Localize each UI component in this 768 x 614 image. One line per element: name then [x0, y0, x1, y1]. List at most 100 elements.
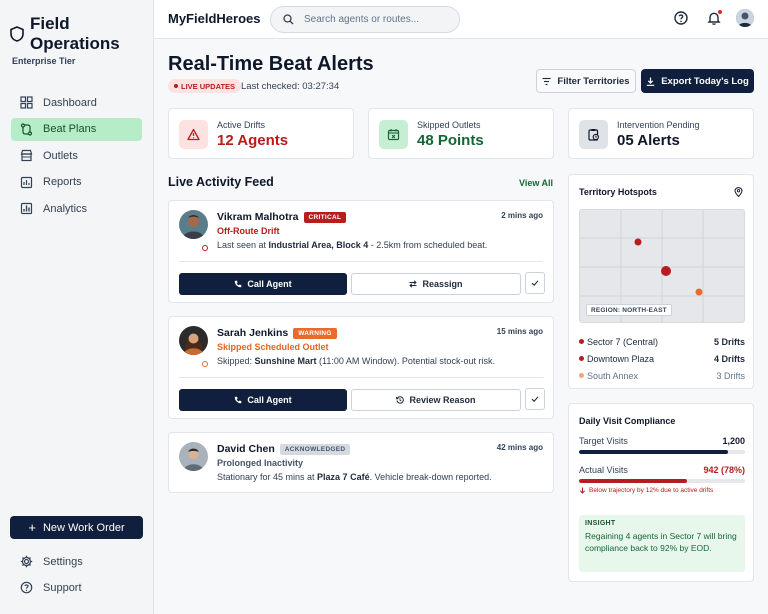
- filter-territories-button[interactable]: Filter Territories: [536, 69, 636, 93]
- alert-description: Last seen at Industrial Area, Block 4 - …: [217, 240, 487, 250]
- live-dot: [174, 84, 178, 88]
- stat-icon-box: [579, 120, 608, 149]
- sidebar-item-beat-plans[interactable]: Beat Plans: [11, 117, 142, 141]
- agent-name: Vikram Malhotra CRITICAL: [217, 211, 347, 223]
- actual-progress-bar: [579, 479, 745, 483]
- severity-tag: CRITICAL: [303, 211, 347, 223]
- sidebar: Field Operations Enterprise Tier Dashboa…: [0, 0, 154, 614]
- desc-location: Plaza 7 Café: [317, 472, 370, 482]
- alert-card: David Chen ACKNOWLEDGED 42 mins ago Prol…: [168, 432, 554, 493]
- sidebar-item-label: Settings: [43, 555, 83, 568]
- main-nav: Dashboard Beat Plans Outlets Reports Ana…: [11, 91, 142, 224]
- stat-value: 48 Points: [417, 132, 484, 149]
- history-icon: [396, 396, 405, 404]
- avatar: [179, 326, 208, 355]
- alert-time: 15 mins ago: [496, 327, 543, 336]
- stat-value: 12 Agents: [217, 132, 289, 149]
- desc-text: Stationary for 45 mins at: [217, 472, 318, 482]
- top-icons: [656, 9, 754, 27]
- acknowledge-button[interactable]: [525, 388, 545, 410]
- sidebar-item-support[interactable]: Support: [11, 576, 142, 599]
- call-agent-button[interactable]: Call Agent: [179, 389, 347, 411]
- hotspot-value: 3 Drifts: [716, 370, 745, 381]
- plus-icon: +: [28, 520, 36, 535]
- view-all-link[interactable]: View All: [519, 178, 553, 188]
- avatar: [179, 210, 208, 239]
- list-item[interactable]: South Annex 3 Drifts: [579, 367, 745, 384]
- stat-icon-box: [179, 120, 208, 149]
- hotspot-name: South Annex: [587, 370, 639, 381]
- stat-icon-box: [379, 120, 408, 149]
- target-value: 1,200: [722, 436, 745, 446]
- sidebar-item-label: Dashboard: [43, 96, 97, 109]
- compliance-title: Daily Visit Compliance: [579, 416, 676, 426]
- avatar-image: [736, 9, 754, 27]
- review-reason-button[interactable]: Review Reason: [351, 389, 521, 411]
- reports-icon: [20, 176, 33, 188]
- list-item[interactable]: Downtown Plaza 4 Drifts: [579, 350, 745, 367]
- hotspot-map[interactable]: REGION: NORTH-EAST: [579, 209, 745, 323]
- swap-icon: [409, 280, 418, 288]
- alert-card: Sarah Jenkins WARNING 15 mins ago Skippe…: [168, 316, 554, 419]
- alert-time: 42 mins ago: [496, 443, 543, 452]
- acknowledge-button[interactable]: [525, 272, 545, 294]
- new-work-order-label: New Work Order: [42, 521, 125, 534]
- trajectory-note: Below trajectory by 12% due to active dr…: [579, 487, 713, 494]
- brand: Field Operations: [10, 14, 120, 54]
- desc-text: - 2.5km from scheduled beat.: [368, 240, 488, 250]
- severity-tag: ACKNOWLEDGED: [279, 443, 351, 455]
- warning-icon: [187, 128, 200, 141]
- live-badge-label: LIVE UPDATES: [181, 81, 236, 91]
- alert-description: Stationary for 45 mins at Plaza 7 Café. …: [217, 472, 492, 482]
- sidebar-item-outlets[interactable]: Outlets: [11, 144, 142, 167]
- agent-name-text: Vikram Malhotra: [217, 211, 299, 223]
- desc-text: Skipped:: [217, 356, 255, 366]
- severity-dot: [579, 356, 584, 361]
- target-progress-fill: [579, 450, 729, 454]
- sidebar-item-settings[interactable]: Settings: [11, 550, 142, 573]
- avatar-image: [179, 326, 208, 355]
- severity-dot: [579, 373, 584, 378]
- reassign-button[interactable]: Reassign: [351, 273, 521, 295]
- agent-name: Sarah Jenkins WARNING: [217, 327, 337, 339]
- analytics-icon: [20, 202, 33, 215]
- hotspot-name: Sector 7 (Central): [587, 336, 659, 347]
- hotspots-title: Territory Hotspots: [579, 187, 657, 197]
- alert-type: Skipped Scheduled Outlet: [217, 342, 329, 352]
- sidebar-item-dashboard[interactable]: Dashboard: [11, 91, 142, 114]
- agent-name-text: Sarah Jenkins: [217, 327, 289, 339]
- agent-name-text: David Chen: [217, 443, 275, 455]
- hotspot-marker: [661, 266, 671, 276]
- target-label: Target Visits: [579, 436, 628, 446]
- help-icon[interactable]: [673, 10, 689, 26]
- search-input[interactable]: [304, 14, 444, 25]
- status-indicator: [201, 360, 209, 368]
- territory-hotspots-card: Territory Hotspots REGION: NORTH-EAST Se…: [568, 174, 754, 389]
- filter-label: Filter Territories: [557, 75, 630, 87]
- user-avatar[interactable]: [736, 9, 754, 27]
- hotspot-list: Sector 7 (Central) 5 Drifts Downtown Pla…: [579, 333, 745, 384]
- severity-tag: WARNING: [293, 327, 337, 339]
- alert-type: Off-Route Drift: [217, 226, 280, 236]
- review-reason-label: Review Reason: [409, 395, 476, 405]
- target-progress-bar: [579, 450, 745, 454]
- avatar-image: [179, 442, 208, 471]
- list-item[interactable]: Sector 7 (Central) 5 Drifts: [579, 333, 745, 350]
- stat-label: Active Drifts: [217, 120, 266, 130]
- desc-text: (11:00 AM Window). Potential stock-out r…: [316, 356, 495, 366]
- notification-dot: [718, 10, 722, 14]
- search-box[interactable]: [270, 6, 460, 33]
- sidebar-item-label: Outlets: [43, 149, 78, 162]
- insight-title: INSIGHT: [585, 520, 616, 527]
- notifications-button[interactable]: [706, 10, 722, 26]
- call-agent-button[interactable]: Call Agent: [179, 273, 347, 295]
- status-indicator: [201, 244, 209, 252]
- check-icon: [531, 396, 539, 402]
- new-work-order-button[interactable]: + New Work Order: [10, 516, 143, 539]
- sidebar-item-reports[interactable]: Reports: [11, 171, 142, 194]
- actual-visits-row: Actual Visits 942 (78%): [579, 465, 745, 475]
- call-agent-label: Call Agent: [247, 395, 292, 405]
- location-pin-icon[interactable]: [734, 187, 743, 197]
- sidebar-item-analytics[interactable]: Analytics: [11, 197, 142, 220]
- export-log-button[interactable]: Export Today's Log: [641, 69, 754, 93]
